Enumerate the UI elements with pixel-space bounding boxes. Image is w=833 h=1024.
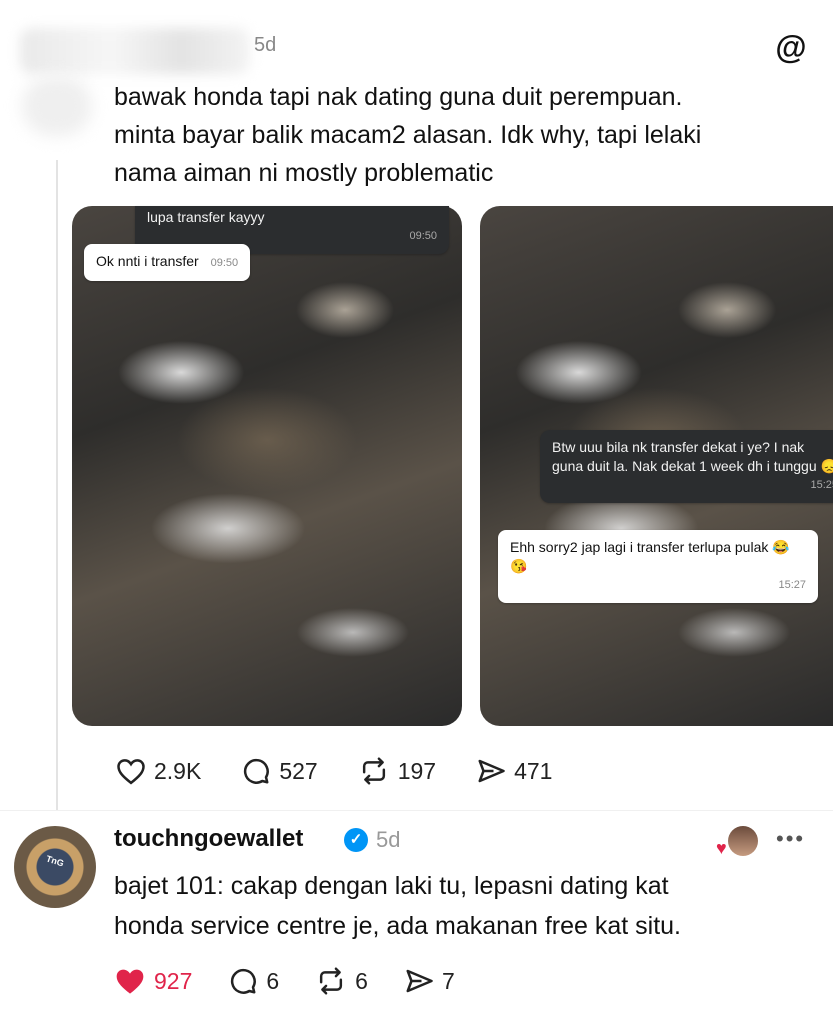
post-text-line: minta bayar balik macam2 alasan. Idk why…	[114, 121, 702, 149]
comment-icon	[244, 758, 270, 784]
comment-reply-count: 6	[266, 967, 280, 994]
comment-username[interactable]: touchngoewallet	[114, 825, 303, 853]
share-button[interactable]: 471	[476, 757, 552, 785]
comment-text-line: honda service centre je, ada makanan fre…	[114, 912, 681, 940]
heart-icon	[117, 759, 145, 785]
comment-share-count: 7	[441, 967, 455, 994]
share-icon	[406, 969, 433, 993]
comment-reply-button[interactable]: 6	[228, 966, 279, 996]
chat-bubble-received: Ehh sorry2 jap lagi i transfer terlupa p…	[498, 530, 818, 603]
verified-icon: ✓	[344, 828, 368, 852]
avatar-logo-icon: TnG	[44, 853, 66, 869]
comment-text-line: bajet 101: cakap dengan laki tu, lepasni…	[114, 872, 669, 900]
threads-logo-icon[interactable]: @	[774, 30, 808, 64]
thread-connector-line	[56, 160, 58, 810]
post-text: bawak honda tapi nak dating guna duit pe…	[114, 78, 814, 192]
redacted-username	[20, 28, 250, 74]
share-count: 471	[514, 757, 553, 784]
comment-like-count: 927	[154, 967, 193, 994]
post-image-left[interactable]	[72, 206, 462, 726]
liked-by-author-heart-icon: ♥	[716, 838, 727, 858]
repost-icon	[320, 967, 343, 995]
comment-text: bajet 101: cakap dengan laki tu, lepasni…	[114, 866, 814, 946]
avatar[interactable]: TnG	[14, 826, 96, 908]
chat-bubble-text: Btw uuu bila nk transfer dekat i ye? I n…	[552, 439, 833, 474]
comment-repost-button[interactable]: 6	[315, 966, 368, 996]
comment-action-bar: 927 6 6 7	[114, 966, 455, 996]
comment-like-button[interactable]: 927	[114, 966, 192, 996]
liked-by-author-avatar	[728, 826, 758, 856]
comment-share-button[interactable]: 7	[404, 967, 455, 995]
chat-bubble-time: 15:27	[778, 579, 806, 591]
heart-icon	[116, 969, 144, 994]
share-icon	[478, 759, 505, 783]
post-action-bar: 2.9K 527 197 471	[116, 756, 552, 786]
like-button[interactable]: 2.9K	[116, 757, 201, 785]
comment-time: 5d	[376, 827, 401, 852]
repost-button[interactable]: 197	[358, 756, 436, 786]
redacted-avatar	[22, 76, 92, 136]
post-time: 5d	[254, 34, 277, 56]
chat-bubble-sent: Btw uuu bila nk transfer dekat i ye? I n…	[540, 430, 833, 503]
chat-bubble-text: Ehh sorry2 jap lagi i transfer terlupa p…	[510, 539, 790, 574]
repost-icon	[362, 757, 385, 785]
chat-bubble-received: Ok nnti i transfer 09:50	[84, 244, 251, 281]
chat-bubble-time: 15:25	[810, 479, 833, 491]
like-count: 2.9K	[154, 757, 202, 784]
post-text-line: nama aiman ni mostly problematic	[114, 159, 494, 187]
post-text-line: bawak honda tapi nak dating guna duit pe…	[114, 83, 683, 111]
reply-button[interactable]: 527	[241, 756, 318, 786]
comment-icon	[231, 968, 257, 994]
divider	[0, 810, 833, 811]
chat-bubble-text: lupa transfer kayyy	[147, 209, 265, 225]
chat-bubble-time: 09:50	[210, 257, 239, 269]
reply-count: 527	[279, 757, 318, 784]
more-icon[interactable]: •••	[776, 826, 805, 852]
comment-repost-count: 6	[355, 967, 368, 994]
repost-count: 197	[397, 757, 437, 784]
chat-bubble-text: Ok nnti i transfer	[96, 253, 199, 269]
